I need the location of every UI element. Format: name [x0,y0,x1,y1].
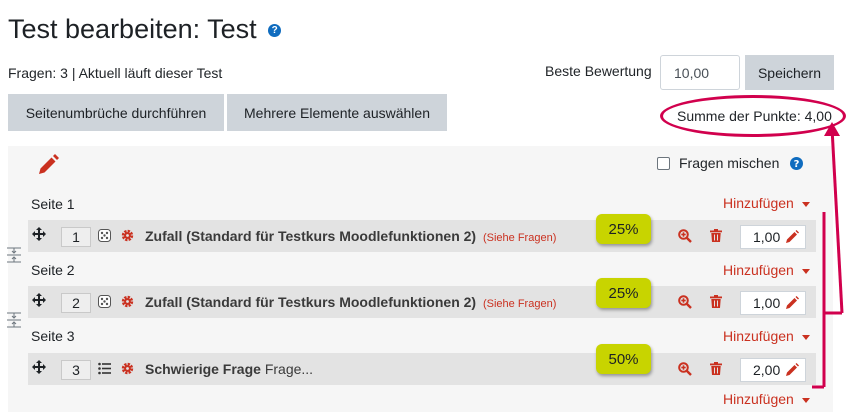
max-mark-field[interactable]: 2,00 [740,358,806,382]
question-title: Zufall (Standard für Testkurs Moodlefunk… [145,294,477,310]
percentage-badge: 25% [596,278,651,308]
page-break-icon[interactable] [7,312,21,331]
move-icon[interactable] [32,360,46,377]
list-icon [98,362,111,378]
pencil-icon[interactable] [785,296,799,310]
question-name[interactable]: Zufall (Standard für Testkurs Moodlefunk… [145,294,556,310]
max-mark-value: 1,00 [753,295,781,311]
max-mark-field[interactable]: 1,00 [740,225,806,249]
question-text-preview: Frage... [264,361,314,377]
gear-icon[interactable] [121,229,134,245]
pencil-icon[interactable] [785,230,799,244]
percentage-badge: 25% [596,214,651,244]
select-multiple-button[interactable]: Mehrere Elemente auswählen [227,94,447,131]
trash-icon[interactable] [710,362,722,378]
max-mark-field[interactable]: 1,00 [740,291,806,315]
question-title: Schwierige Frage [145,361,261,377]
save-button[interactable]: Speichern [745,55,834,90]
move-icon[interactable] [32,293,46,310]
percentage-badge: 50% [596,344,651,374]
pencil-icon[interactable] [785,363,799,377]
zoom-in-icon[interactable] [678,295,692,312]
best-grade-label: Beste Bewertung [545,63,652,79]
page-label: Seite 1 [31,196,75,212]
caret-down-icon [801,334,810,340]
question-row: 2 Zufall (Standard für Testkurs Moodlefu… [28,286,816,318]
add-label: Hinzufügen [723,195,794,211]
max-mark-value: 1,00 [753,229,781,245]
dice-icon [98,229,111,245]
add-label: Hinzufügen [723,328,794,344]
add-menu-link[interactable]: Hinzufügen [723,391,810,407]
question-name[interactable]: Schwierige Frage Frage... [145,361,313,377]
quiz-status-text: Fragen: 3 | Aktuell läuft dieser Test [8,65,223,81]
add-menu-link[interactable]: Hinzufügen [723,328,810,344]
max-mark-value: 2,00 [753,362,781,378]
caret-down-icon [801,268,810,274]
preview-link[interactable]: (Siehe Fragen) [483,298,556,310]
zoom-in-icon[interactable] [678,362,692,379]
trash-icon[interactable] [710,295,722,311]
trash-icon[interactable] [710,229,722,245]
question-circle-icon[interactable]: ? [790,157,803,173]
add-menu-link[interactable]: Hinzufügen [723,195,810,211]
preview-link[interactable]: (Siehe Fragen) [483,232,556,244]
best-grade-input[interactable] [660,55,740,90]
question-name[interactable]: Zufall (Standard für Testkurs Moodlefunk… [145,228,556,244]
question-circle-icon[interactable]: ? [268,24,282,38]
question-row: 1 Zufall (Standard für Testkurs Moodlefu… [28,220,816,252]
shuffle-checkbox[interactable] [657,157,670,170]
slot-number: 1 [61,227,91,247]
zoom-in-icon[interactable] [678,229,692,246]
page-label: Seite 2 [31,262,75,278]
move-icon[interactable] [32,227,46,244]
question-title: Zufall (Standard für Testkurs Moodlefunk… [145,228,477,244]
gear-icon[interactable] [121,362,134,378]
dice-icon [98,295,111,311]
shuffle-label: Fragen mischen [679,155,780,171]
slot-number: 3 [61,360,91,380]
add-label: Hinzufügen [723,391,794,407]
annotation-arrow [812,122,844,389]
svg-text:?: ? [794,159,800,170]
page-title: Test bearbeiten: Test ? [8,14,282,45]
caret-down-icon [801,397,810,403]
repaginate-button[interactable]: Seitenumbrüche durchführen [8,94,224,131]
add-menu-link[interactable]: Hinzufügen [723,262,810,278]
slot-number: 2 [61,293,91,313]
add-label: Hinzufügen [723,262,794,278]
caret-down-icon [801,201,810,207]
gear-icon[interactable] [121,295,134,311]
page-label: Seite 3 [31,328,75,344]
edit-pencil-icon[interactable] [36,153,60,180]
page-title-text: Test bearbeiten: Test [8,14,257,44]
question-row: 3 Schwierige Frage Frage... 2,00 [28,353,816,385]
page-break-icon[interactable] [7,247,21,266]
